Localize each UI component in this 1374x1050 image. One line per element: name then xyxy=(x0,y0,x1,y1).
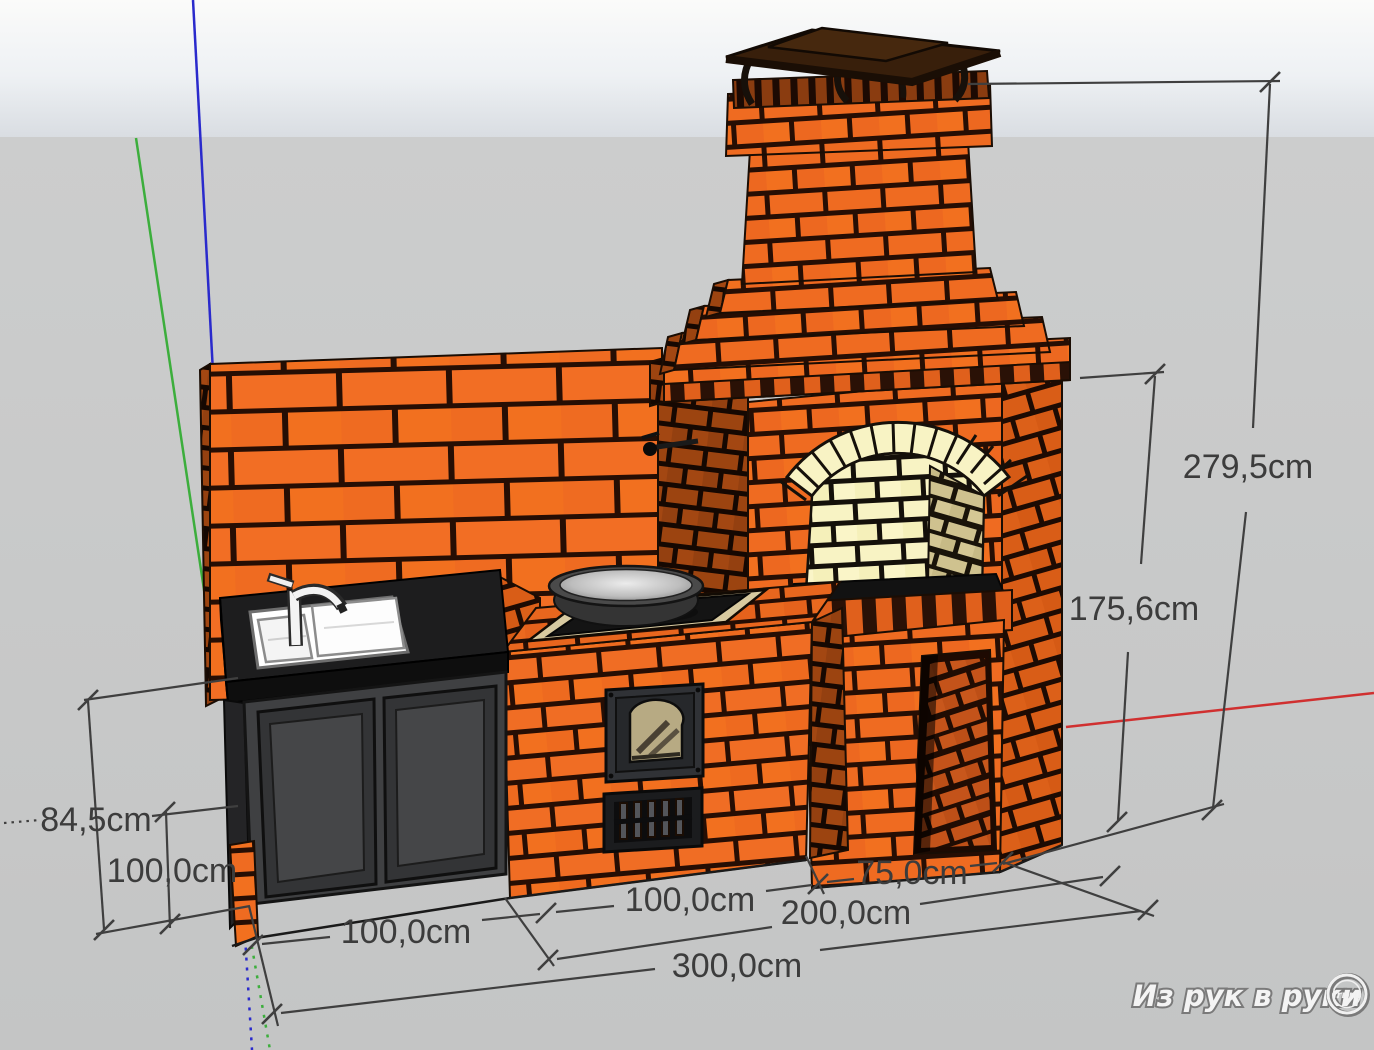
watermark: Из рук в руки irr.ru xyxy=(1133,975,1367,1014)
sky xyxy=(0,0,1374,137)
label-right-span: 200,0cm xyxy=(781,894,911,932)
ash-vent xyxy=(604,788,702,852)
stove-block xyxy=(498,566,848,898)
wok xyxy=(549,566,703,626)
label-worktop-depth: 84,5cm xyxy=(40,801,152,839)
stove-right-side xyxy=(810,608,848,858)
sketchup-scene: 279,5cm 175,6cm 84,5cm 100,0cm 100,0cm 1… xyxy=(0,0,1374,1050)
label-total-height: 279,5cm xyxy=(1183,448,1313,486)
watermark-logo-text: irr.ru xyxy=(1333,990,1361,1001)
label-stove-width: 100,0cm xyxy=(625,881,755,919)
label-total-width: 300,0cm xyxy=(672,947,802,985)
label-left-height: 100,0cm xyxy=(107,852,237,890)
label-sink-width: 100,0cm xyxy=(341,913,471,951)
label-grill-opening-height: 175,6cm xyxy=(1069,590,1199,628)
label-grill-width: 75,0cm xyxy=(856,854,968,892)
cabinet-door-right xyxy=(384,686,496,882)
cabinet-door-left xyxy=(258,699,376,897)
firebox-door xyxy=(606,684,703,782)
chimney-stack xyxy=(742,141,976,284)
model-viewport: 279,5cm 175,6cm 84,5cm 100,0cm 100,0cm 1… xyxy=(0,0,1374,1050)
